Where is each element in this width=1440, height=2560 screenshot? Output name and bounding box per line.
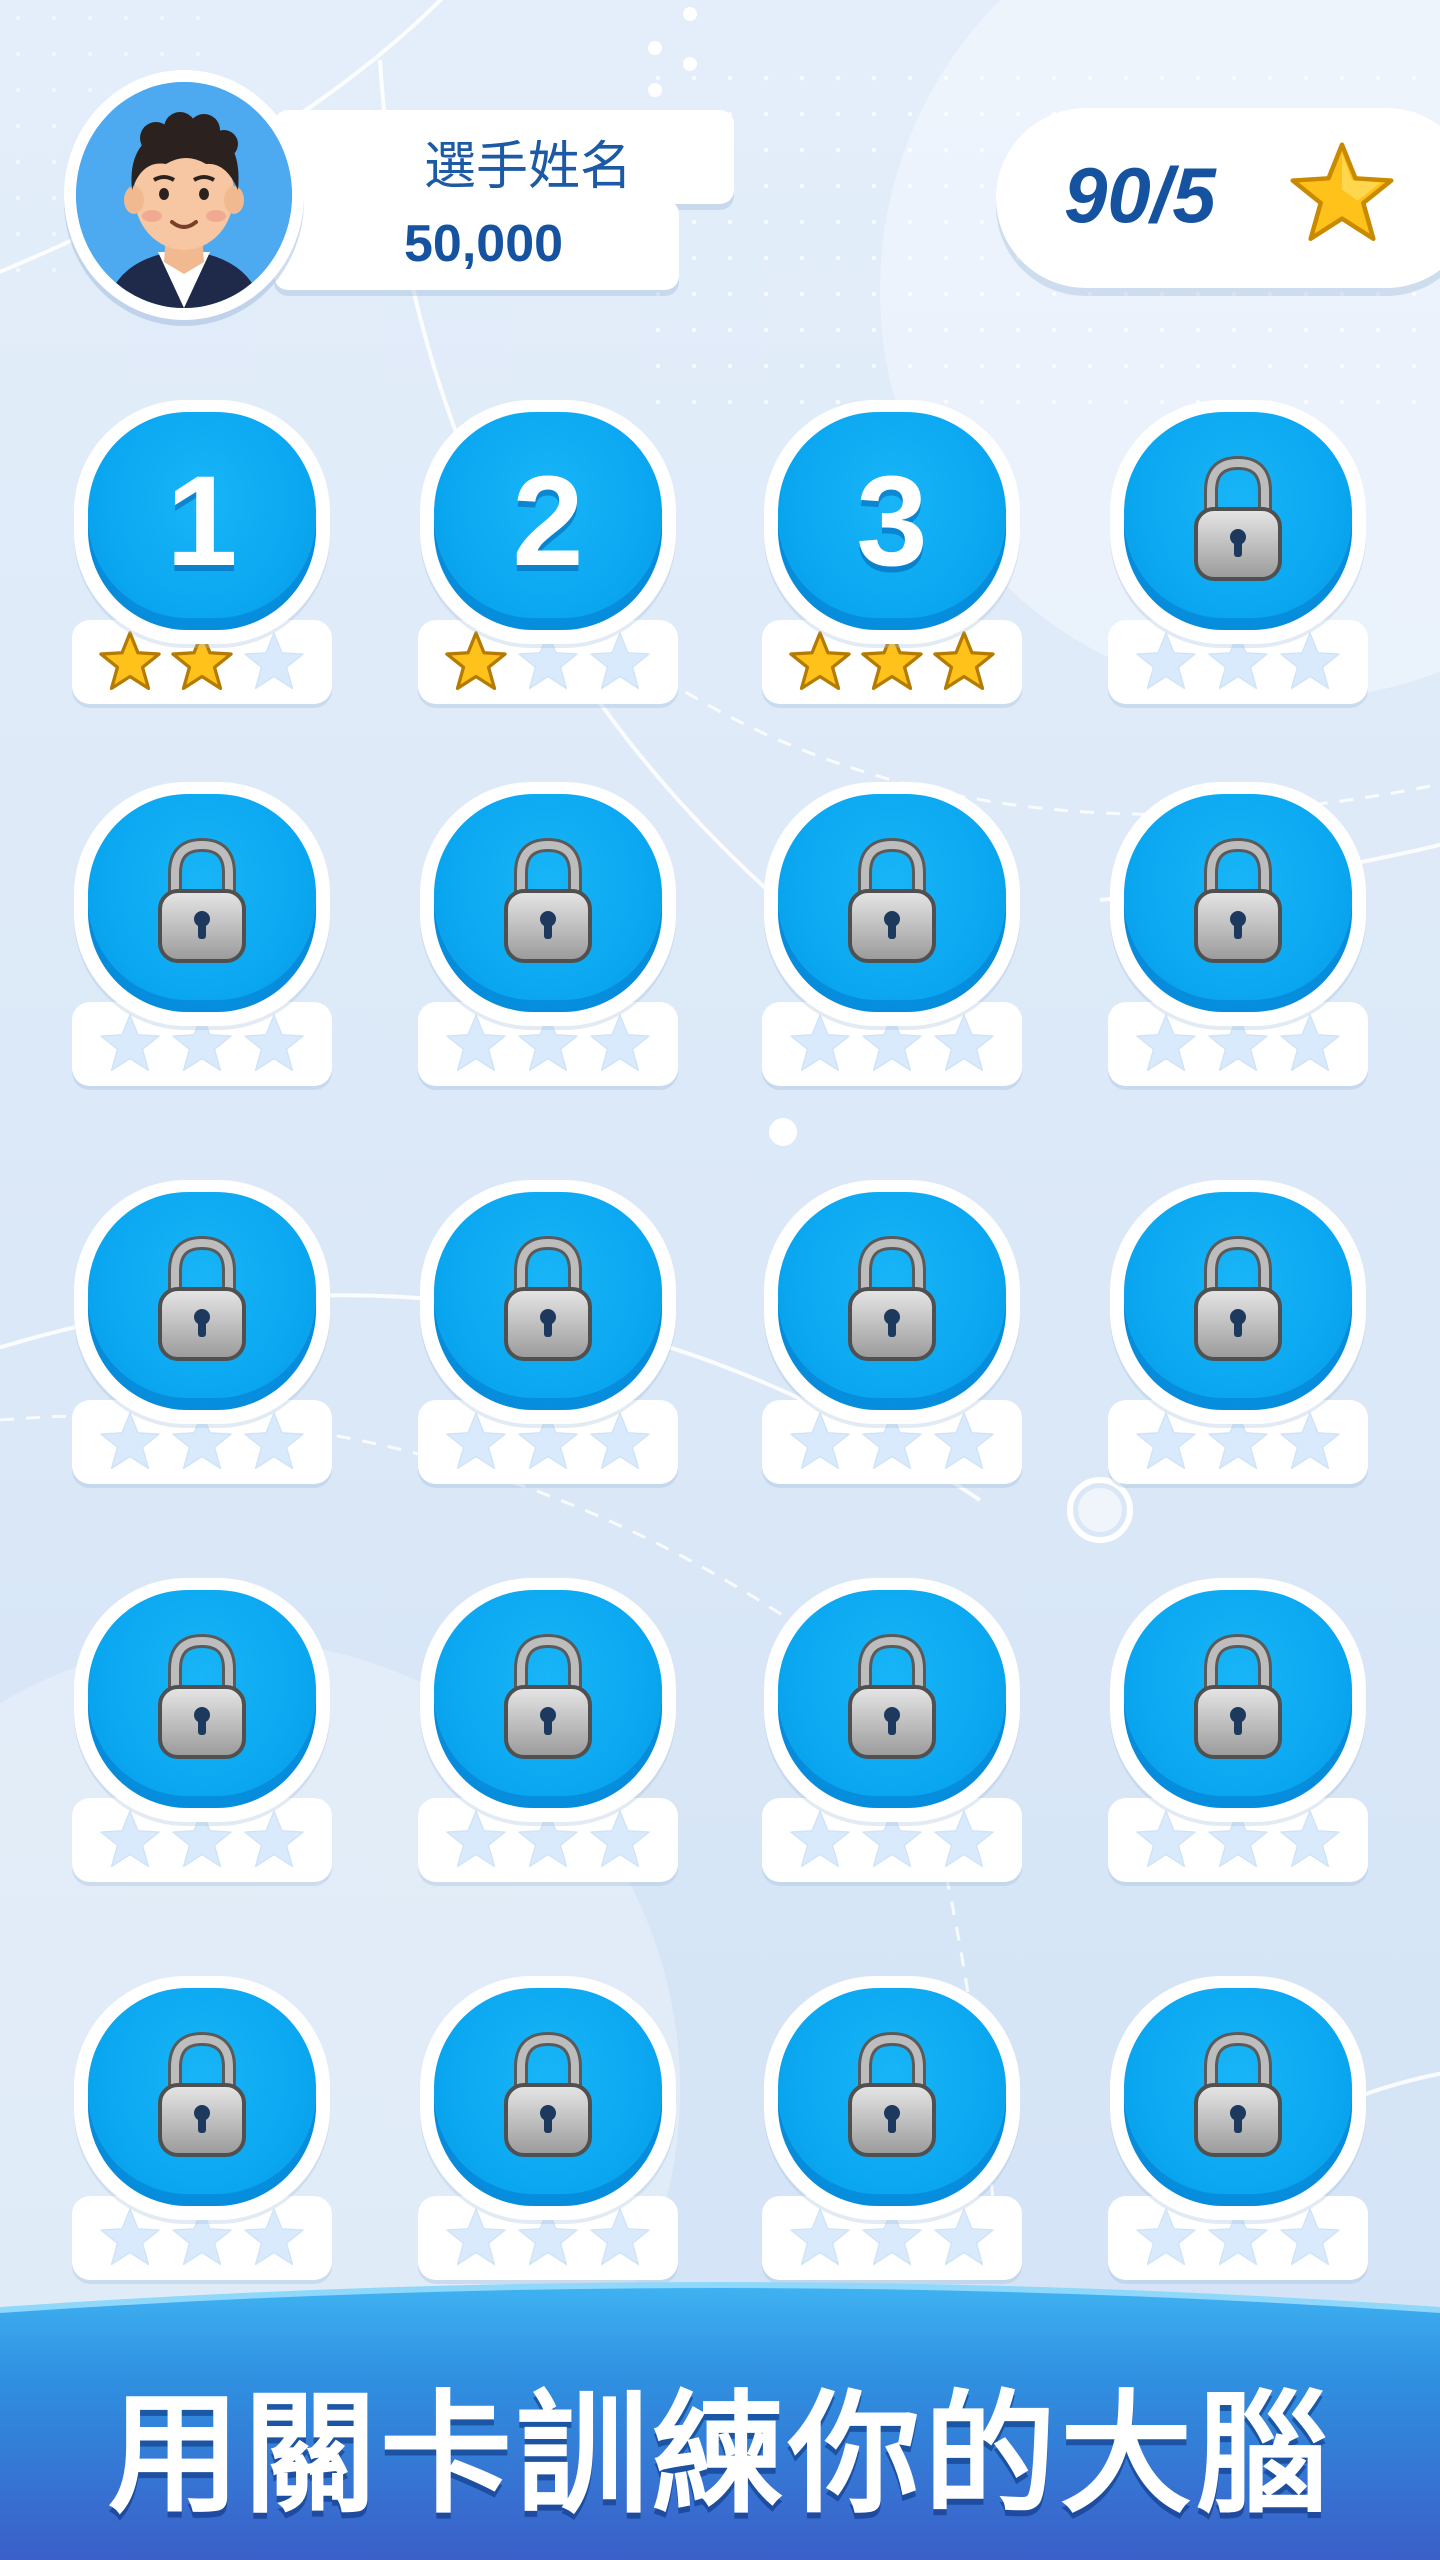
level-tile-frame: [74, 1180, 330, 1424]
level-tile-frame: [74, 1578, 330, 1822]
level-tile-frame: [764, 1180, 1020, 1424]
level-17[interactable]: [72, 1976, 332, 2296]
level-number: 2: [512, 449, 584, 593]
lock-icon: [155, 2029, 249, 2165]
level-tile-locked[interactable]: [778, 1988, 1006, 2206]
level-tile-locked[interactable]: [434, 794, 662, 1012]
level-12[interactable]: [1108, 1180, 1368, 1500]
level-tile-locked[interactable]: [434, 1590, 662, 1808]
footer-caption: 用關卡訓練你的大腦: [108, 2378, 1332, 2532]
lock-icon: [1191, 1631, 1285, 1767]
level-tile-frame: [1110, 1976, 1366, 2220]
lock-icon: [845, 835, 939, 971]
level-5[interactable]: [72, 782, 332, 1102]
level-tile-frame: [764, 1976, 1020, 2220]
lock-icon: [845, 2029, 939, 2165]
level-tile-frame: 2: [420, 400, 676, 644]
level-tile-locked[interactable]: [778, 1192, 1006, 1410]
level-tile-locked[interactable]: [88, 1988, 316, 2206]
level-tile-frame: [74, 782, 330, 1026]
level-11[interactable]: [762, 1180, 1022, 1500]
player-avatar[interactable]: [64, 70, 304, 320]
level-4[interactable]: [1108, 400, 1368, 720]
level-tile-frame: [1110, 1180, 1366, 1424]
level-20[interactable]: [1108, 1976, 1368, 2296]
level-tile-frame: [420, 1180, 676, 1424]
level-tile-frame: [420, 1976, 676, 2220]
level-14[interactable]: [418, 1578, 678, 1898]
level-tile-locked[interactable]: [88, 794, 316, 1012]
player-card[interactable]: 選手姓名 50,000: [64, 70, 734, 330]
lock-icon: [1191, 2029, 1285, 2165]
star-icon: [1290, 142, 1394, 242]
level-tile-unlocked[interactable]: 1: [88, 412, 316, 630]
level-tile-frame: [1110, 782, 1366, 1026]
lock-icon: [501, 835, 595, 971]
level-tile-frame: 3: [764, 400, 1020, 644]
player-name-box: 選手姓名: [274, 110, 734, 204]
player-name: 選手姓名: [424, 137, 633, 197]
level-tile-locked[interactable]: [778, 794, 1006, 1012]
footer-banner: 用關卡訓練你的大腦: [0, 2270, 1440, 2560]
level-tile-frame: [74, 1976, 330, 2220]
lock-icon: [1191, 835, 1285, 971]
level-13[interactable]: [72, 1578, 332, 1898]
level-tile-locked[interactable]: [1124, 412, 1352, 630]
level-7[interactable]: [762, 782, 1022, 1102]
lock-icon: [845, 1631, 939, 1767]
level-tile-locked[interactable]: [778, 1590, 1006, 1808]
level-tile-locked[interactable]: [88, 1192, 316, 1410]
lock-icon: [845, 1233, 939, 1369]
level-tile-frame: 1: [74, 400, 330, 644]
lock-icon: [155, 1631, 249, 1767]
level-tile-unlocked[interactable]: 3: [778, 412, 1006, 630]
level-3[interactable]: 3: [762, 400, 1022, 720]
lock-icon: [501, 1631, 595, 1767]
level-16[interactable]: [1108, 1578, 1368, 1898]
level-tile-locked[interactable]: [434, 1988, 662, 2206]
lock-icon: [1191, 1233, 1285, 1369]
level-tile-locked[interactable]: [1124, 1988, 1352, 2206]
level-19[interactable]: [762, 1976, 1022, 2296]
level-6[interactable]: [418, 782, 678, 1102]
lock-icon: [155, 1233, 249, 1369]
level-2[interactable]: 2: [418, 400, 678, 720]
total-stars-count: 90/5: [1064, 151, 1216, 239]
level-tile-locked[interactable]: [1124, 794, 1352, 1012]
level-15[interactable]: [762, 1578, 1022, 1898]
level-tile-frame: [1110, 1578, 1366, 1822]
level-10[interactable]: [418, 1180, 678, 1500]
level-9[interactable]: [72, 1180, 332, 1500]
level-tile-locked[interactable]: [1124, 1192, 1352, 1410]
lock-icon: [1191, 453, 1285, 589]
player-score: 50,000: [404, 215, 564, 273]
player-score-box: 50,000: [274, 200, 679, 290]
level-tile-frame: [420, 1578, 676, 1822]
lock-icon: [501, 1233, 595, 1369]
level-18[interactable]: [418, 1976, 678, 2296]
level-number: 1: [166, 449, 238, 593]
level-tile-frame: [1110, 400, 1366, 644]
lock-icon: [155, 835, 249, 971]
level-tile-frame: [764, 1578, 1020, 1822]
level-tile-locked[interactable]: [88, 1590, 316, 1808]
level-tile-locked[interactable]: [1124, 1590, 1352, 1808]
level-tile-frame: [764, 782, 1020, 1026]
level-tile-frame: [420, 782, 676, 1026]
level-8[interactable]: [1108, 782, 1368, 1102]
level-number: 3: [856, 449, 928, 593]
lock-icon: [501, 2029, 595, 2165]
level-1[interactable]: 1: [72, 400, 332, 720]
level-tile-locked[interactable]: [434, 1192, 662, 1410]
level-tile-unlocked[interactable]: 2: [434, 412, 662, 630]
total-stars-card: 90/5: [996, 108, 1440, 288]
